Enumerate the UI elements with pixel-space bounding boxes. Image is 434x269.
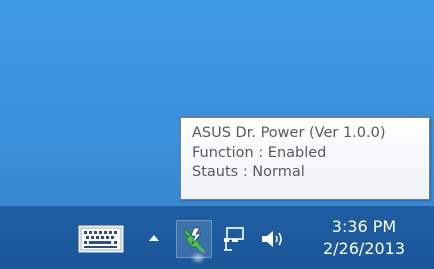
tooltip-function-status: Function : Enabled [192, 144, 327, 161]
volume-tray-button[interactable] [258, 224, 288, 254]
show-hidden-icons-button[interactable] [144, 228, 164, 248]
active-icon-glow [193, 255, 203, 261]
network-tray-button[interactable] [220, 224, 248, 254]
chevron-up-icon [149, 235, 159, 241]
touch-keyboard-button[interactable] [74, 222, 128, 256]
asus-dr-power-icon [183, 227, 206, 253]
taskbar: 3:36 PM 2/26/2013 [0, 205, 434, 269]
tooltip-status: Stauts : Normal [192, 164, 305, 180]
asus-dr-power-tray-button[interactable] [176, 220, 212, 258]
taskbar-clock[interactable]: 3:36 PM 2/26/2013 [302, 212, 426, 266]
dr-power-tooltip: ASUS Dr. Power (Ver 1.0.0) Function : En… [180, 117, 430, 200]
tooltip-title: ASUS Dr. Power (Ver 1.0.0) [192, 125, 386, 141]
clock-date: 2/26/2013 [322, 239, 406, 258]
network-icon [224, 227, 244, 251]
touch-keyboard-icon [78, 225, 124, 253]
clock-time: 3:36 PM [331, 217, 397, 236]
speaker-icon [262, 231, 282, 247]
